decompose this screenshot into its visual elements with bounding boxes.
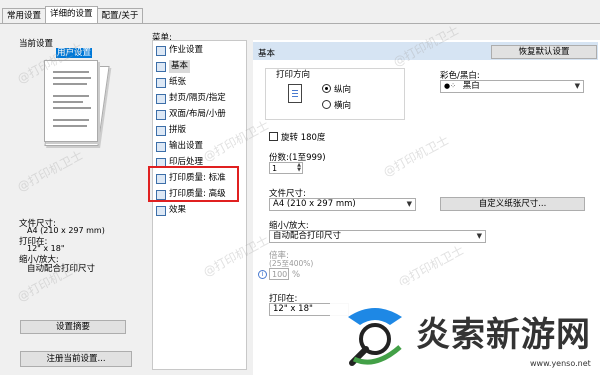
duplex-icon [156, 110, 166, 120]
custom-paper-size-button[interactable]: 自定义纸张尺寸... [440, 197, 585, 211]
landscape-radio[interactable] [322, 100, 331, 109]
output-icon [156, 142, 166, 152]
menu-item-paper[interactable]: 纸张 [153, 76, 248, 89]
rotate-180-checkbox[interactable] [269, 132, 278, 141]
effects-icon [156, 206, 166, 216]
copies-stepper[interactable]: 1 ▲ ▼ [269, 162, 303, 174]
chevron-down-icon: ▼ [574, 82, 580, 90]
panel-title: 基本 [258, 49, 276, 59]
chevron-down-icon: ▼ [406, 200, 412, 208]
menu-item-cover-pages[interactable]: 封页/隔页/指定 [153, 92, 248, 105]
document-thumbnail [44, 60, 98, 142]
portrait-radio[interactable] [322, 84, 331, 93]
site-logo-overlay: 炎索新游网 www.yenso.net [330, 285, 600, 375]
ratio-percent: % [292, 270, 301, 280]
chevron-down-icon: ▼ [476, 232, 482, 240]
cover-pages-icon [156, 94, 166, 104]
restore-defaults-button[interactable]: 恢复默认设置 [491, 45, 597, 59]
ratio-stepper[interactable]: 100 [269, 268, 289, 280]
highlight-box [148, 166, 239, 202]
tab-divider [0, 23, 600, 24]
menu-item-effects[interactable]: 效果 [153, 204, 248, 217]
tab-strip: 常用设置 详细的设置 配置/关于 [2, 6, 144, 24]
menu-item-duplex-layout[interactable]: 双面/布局/小册 [153, 108, 248, 121]
info-icon: i [258, 270, 267, 279]
page-preview [44, 60, 110, 148]
color-mode-select[interactable]: ●⁘ 黑白 ▼ [440, 80, 584, 93]
site-url: www.yenso.net [530, 359, 591, 368]
color-mode-icon: ●⁘ [444, 82, 456, 90]
site-logo-icon [348, 308, 402, 366]
settings-summary-button[interactable]: 设置摘要 [20, 320, 126, 334]
job-settings-icon [156, 46, 166, 56]
paper-size-select[interactable]: A4 (210 x 297 mm) ▼ [269, 198, 416, 211]
landscape-label: 横向 [334, 101, 352, 111]
left-paper-size-value: A4 (210 x 297 mm) [27, 226, 105, 235]
rotate-180-label: 旋转 180度 [281, 133, 326, 143]
orientation-label: 打印方向 [276, 70, 311, 80]
preview-frame: 用户设置 [16, 46, 141, 346]
imposition-icon [156, 126, 166, 136]
portrait-page-icon [288, 84, 302, 103]
menu-item-job-settings[interactable]: 作业设置 [153, 44, 248, 57]
register-settings-button[interactable]: 注册当前设置... [20, 351, 132, 367]
tab-common-settings[interactable]: 常用设置 [2, 8, 47, 23]
menu-list: 作业设置 基本 纸张 封页/隔页/指定 双面/布局/小册 拼版 输出设置 印后处… [152, 40, 247, 370]
basic-icon [156, 62, 166, 72]
portrait-label: 纵向 [334, 85, 352, 95]
site-logo-text: 炎索新游网 [416, 315, 591, 355]
scale-select[interactable]: 自动配合打印尺寸 ▼ [269, 230, 486, 243]
tab-detailed-settings[interactable]: 详细的设置 [45, 6, 98, 23]
left-print-on-value: 12" x 18" [27, 244, 65, 253]
tab-config-about[interactable]: 配置/关于 [96, 8, 144, 23]
spin-down-icon[interactable]: ▼ [297, 168, 301, 173]
paper-icon [156, 78, 166, 88]
menu-item-basic[interactable]: 基本 [153, 60, 248, 73]
